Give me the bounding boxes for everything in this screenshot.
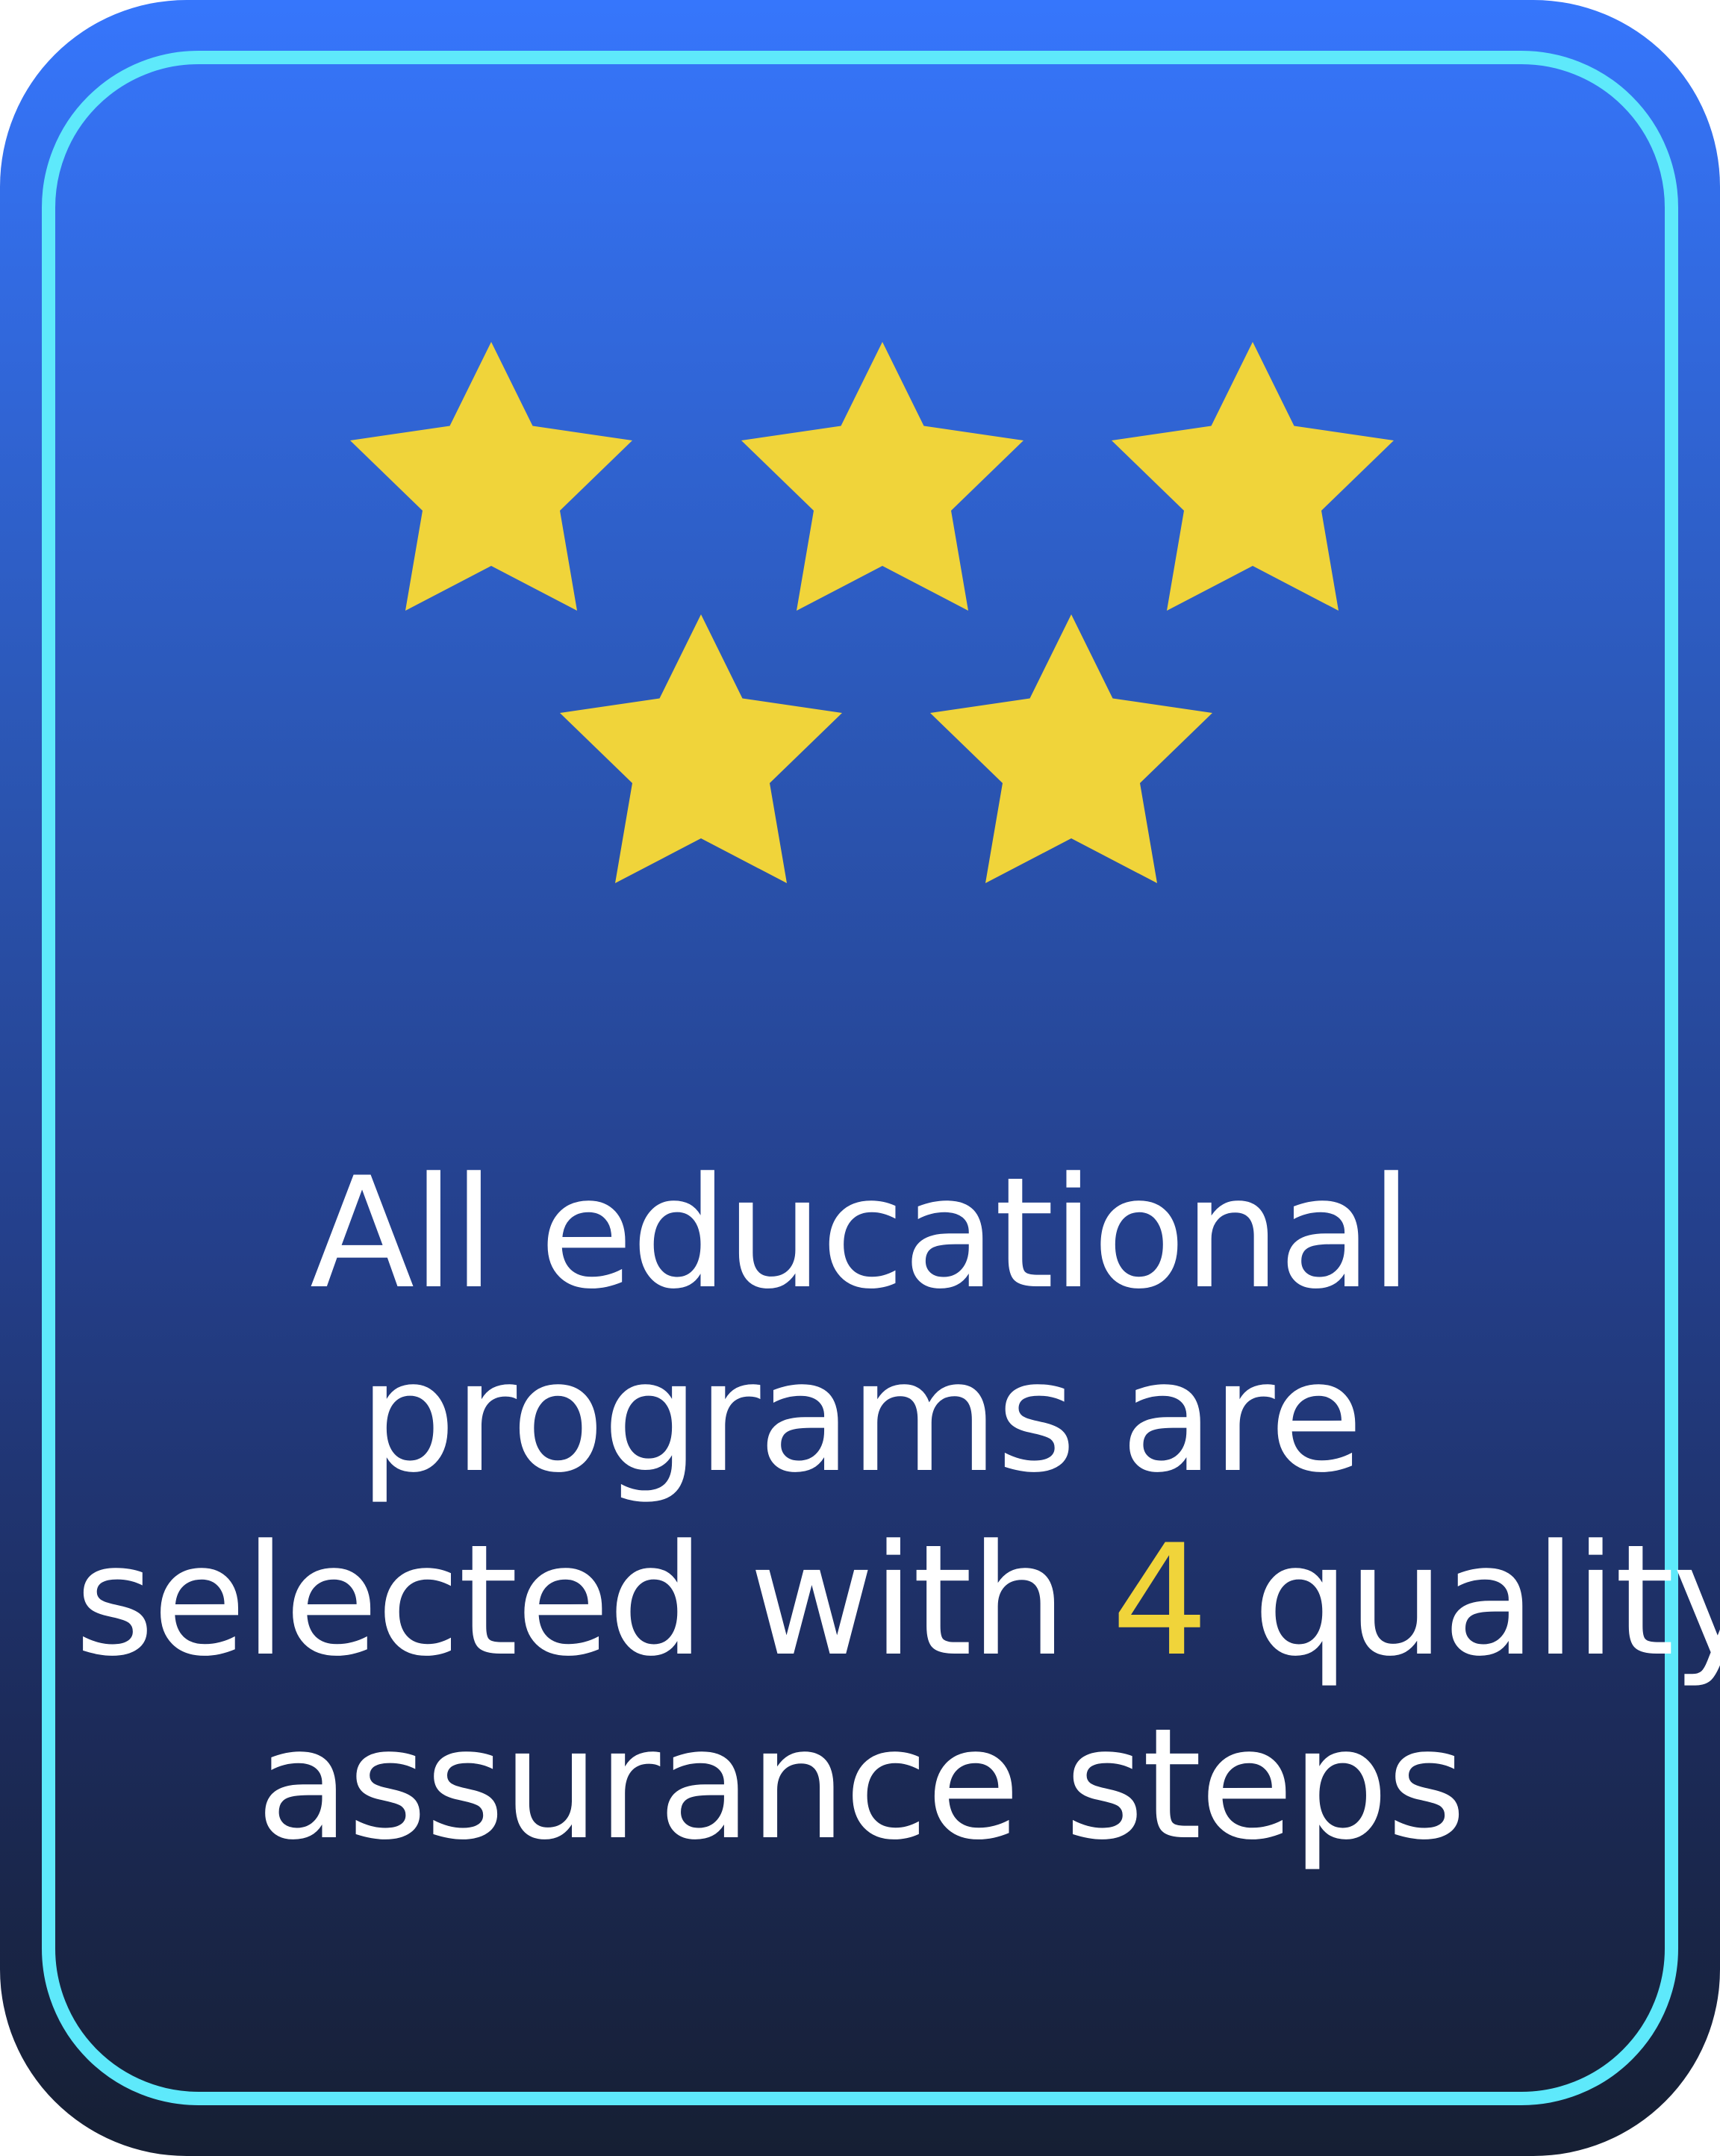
star-icon xyxy=(741,342,1023,611)
message-line-3-end: quality xyxy=(1206,1512,1720,1690)
step-count-highlight: 4 xyxy=(1111,1512,1209,1690)
message-line-2: programs are xyxy=(358,1329,1364,1507)
message-line-1: All educational xyxy=(309,1145,1412,1323)
star-icon xyxy=(560,614,842,883)
message-text: All educational programs are selected wi… xyxy=(75,1142,1720,1877)
star-icon xyxy=(930,614,1212,883)
message-line-4: assurance steps xyxy=(255,1696,1466,1874)
message-line-3-start: selected with xyxy=(75,1512,1112,1690)
star-icon xyxy=(1112,342,1394,611)
quality-card: All educational programs are selected wi… xyxy=(0,0,1720,2156)
message-line-3: selected with 4 quality xyxy=(75,1509,1720,1693)
star-icon xyxy=(350,342,632,611)
star-rating xyxy=(0,0,1720,970)
